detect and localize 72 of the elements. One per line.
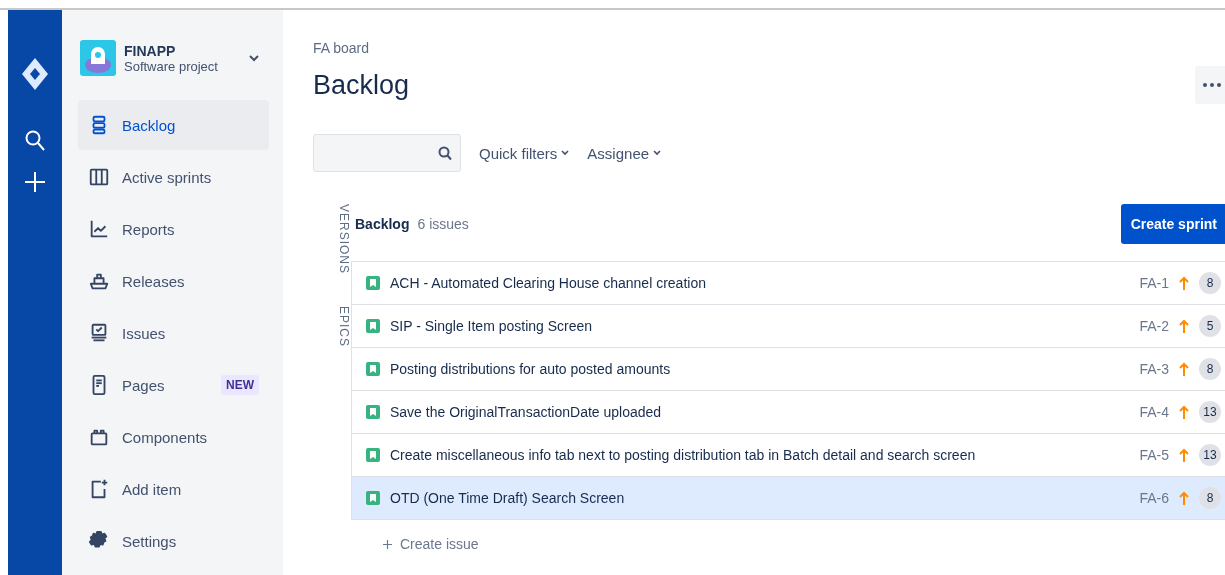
sidebar-item[interactable]: Releases: [78, 256, 269, 306]
issue-row[interactable]: Save the OriginalTransactionDate uploaded FA-4 13: [351, 391, 1225, 434]
breadcrumb[interactable]: FA board: [313, 40, 1225, 56]
sidebar-item[interactable]: Backlog: [78, 100, 269, 150]
story-points: 5: [1199, 315, 1221, 337]
section-title: Backlog: [355, 216, 410, 232]
priority-arrow-icon: [1179, 405, 1189, 419]
issue-row[interactable]: Create miscellaneous info tab next to posting distribution tab in Batch detail and search screen FA-5 13: [351, 434, 1225, 477]
project-avatar-icon: [80, 40, 116, 76]
issue-row[interactable]: SIP - Single Item posting Screen FA-2 5: [351, 305, 1225, 348]
sidebar-item[interactable]: Add item: [78, 464, 269, 514]
story-points: 8: [1199, 358, 1221, 380]
side-tab[interactable]: EPICS: [311, 306, 351, 348]
story-points: 13: [1199, 444, 1221, 466]
chevron-down-icon[interactable]: [249, 54, 259, 62]
story-points: 13: [1199, 401, 1221, 423]
filter-dropdown[interactable]: Quick filters: [479, 144, 570, 162]
issue-row[interactable]: ACH - Automated Clearing House channel creation FA-1 8: [351, 262, 1225, 305]
search-icon[interactable]: [25, 130, 45, 152]
issue-key[interactable]: FA-2: [1139, 318, 1169, 334]
issue-row[interactable]: Posting distributions for auto posted amounts FA-3 8: [351, 348, 1225, 391]
sidebar-item[interactable]: Settings: [78, 516, 269, 566]
sidebar-item[interactable]: Reports: [78, 204, 269, 254]
story-icon: [366, 362, 380, 376]
priority-arrow-icon: [1179, 319, 1189, 333]
side-tab[interactable]: VERSIONS: [311, 204, 351, 274]
plus-icon[interactable]: [25, 172, 45, 192]
story-icon: [366, 319, 380, 333]
issue-summary: SIP - Single Item posting Screen: [390, 318, 593, 334]
priority-arrow-icon: [1179, 448, 1189, 462]
logo-icon[interactable]: [22, 58, 48, 90]
priority-arrow-icon: [1179, 362, 1189, 376]
page-title: Backlog: [313, 69, 410, 101]
more-icon: [1203, 83, 1221, 87]
issue-key[interactable]: FA-3: [1139, 361, 1169, 377]
new-badge: NEW: [221, 375, 259, 395]
chevron-down-icon: [561, 150, 570, 156]
story-icon: [366, 405, 380, 419]
chevron-down-icon: [653, 150, 662, 156]
project-name: FINAPP: [124, 42, 177, 59]
priority-arrow-icon: [1179, 491, 1189, 505]
issue-summary: Save the OriginalTransactionDate uploaded: [390, 404, 662, 420]
story-points: 8: [1199, 487, 1221, 509]
issue-row[interactable]: OTD (One Time Draft) Search Screen FA-6 8: [351, 477, 1225, 520]
story-points: 8: [1199, 272, 1221, 294]
search-field[interactable]: [313, 134, 461, 172]
chart-icon: [88, 218, 110, 240]
sidebar-item[interactable]: Components: [78, 412, 269, 462]
story-icon: [366, 276, 380, 290]
create-issue-button[interactable]: Create issue: [383, 536, 479, 552]
more-button[interactable]: [1195, 66, 1225, 104]
issue-summary: OTD (One Time Draft) Search Screen: [390, 490, 625, 506]
search-icon: [438, 145, 452, 161]
plus-icon: [383, 539, 392, 549]
sidebar-item[interactable]: Pages NEW: [78, 360, 269, 410]
story-icon: [366, 448, 380, 462]
issue-summary: Create miscellaneous info tab next to posting distribution tab in Batch detail and search screen: [390, 447, 976, 463]
issue-summary: ACH - Automated Clearing House channel creation: [390, 275, 706, 291]
issue-summary: Posting distributions for auto posted amounts: [390, 361, 671, 377]
issue-key[interactable]: FA-1: [1139, 275, 1169, 291]
issue-count: 6 issues: [417, 216, 469, 232]
sidebar-item[interactable]: Active sprints: [78, 152, 269, 202]
story-icon: [366, 491, 380, 505]
issue-key[interactable]: FA-6: [1139, 490, 1169, 506]
sidebar-item[interactable]: Issues: [78, 308, 269, 358]
priority-arrow-icon: [1179, 276, 1189, 290]
filter-dropdown[interactable]: Assignee: [587, 144, 662, 162]
columns-icon: [88, 166, 110, 188]
issue-key[interactable]: FA-4: [1139, 404, 1169, 420]
issue-key[interactable]: FA-5: [1139, 447, 1169, 463]
project-type: Software project: [124, 58, 218, 74]
create-sprint-button[interactable]: Create sprint: [1120, 204, 1225, 244]
